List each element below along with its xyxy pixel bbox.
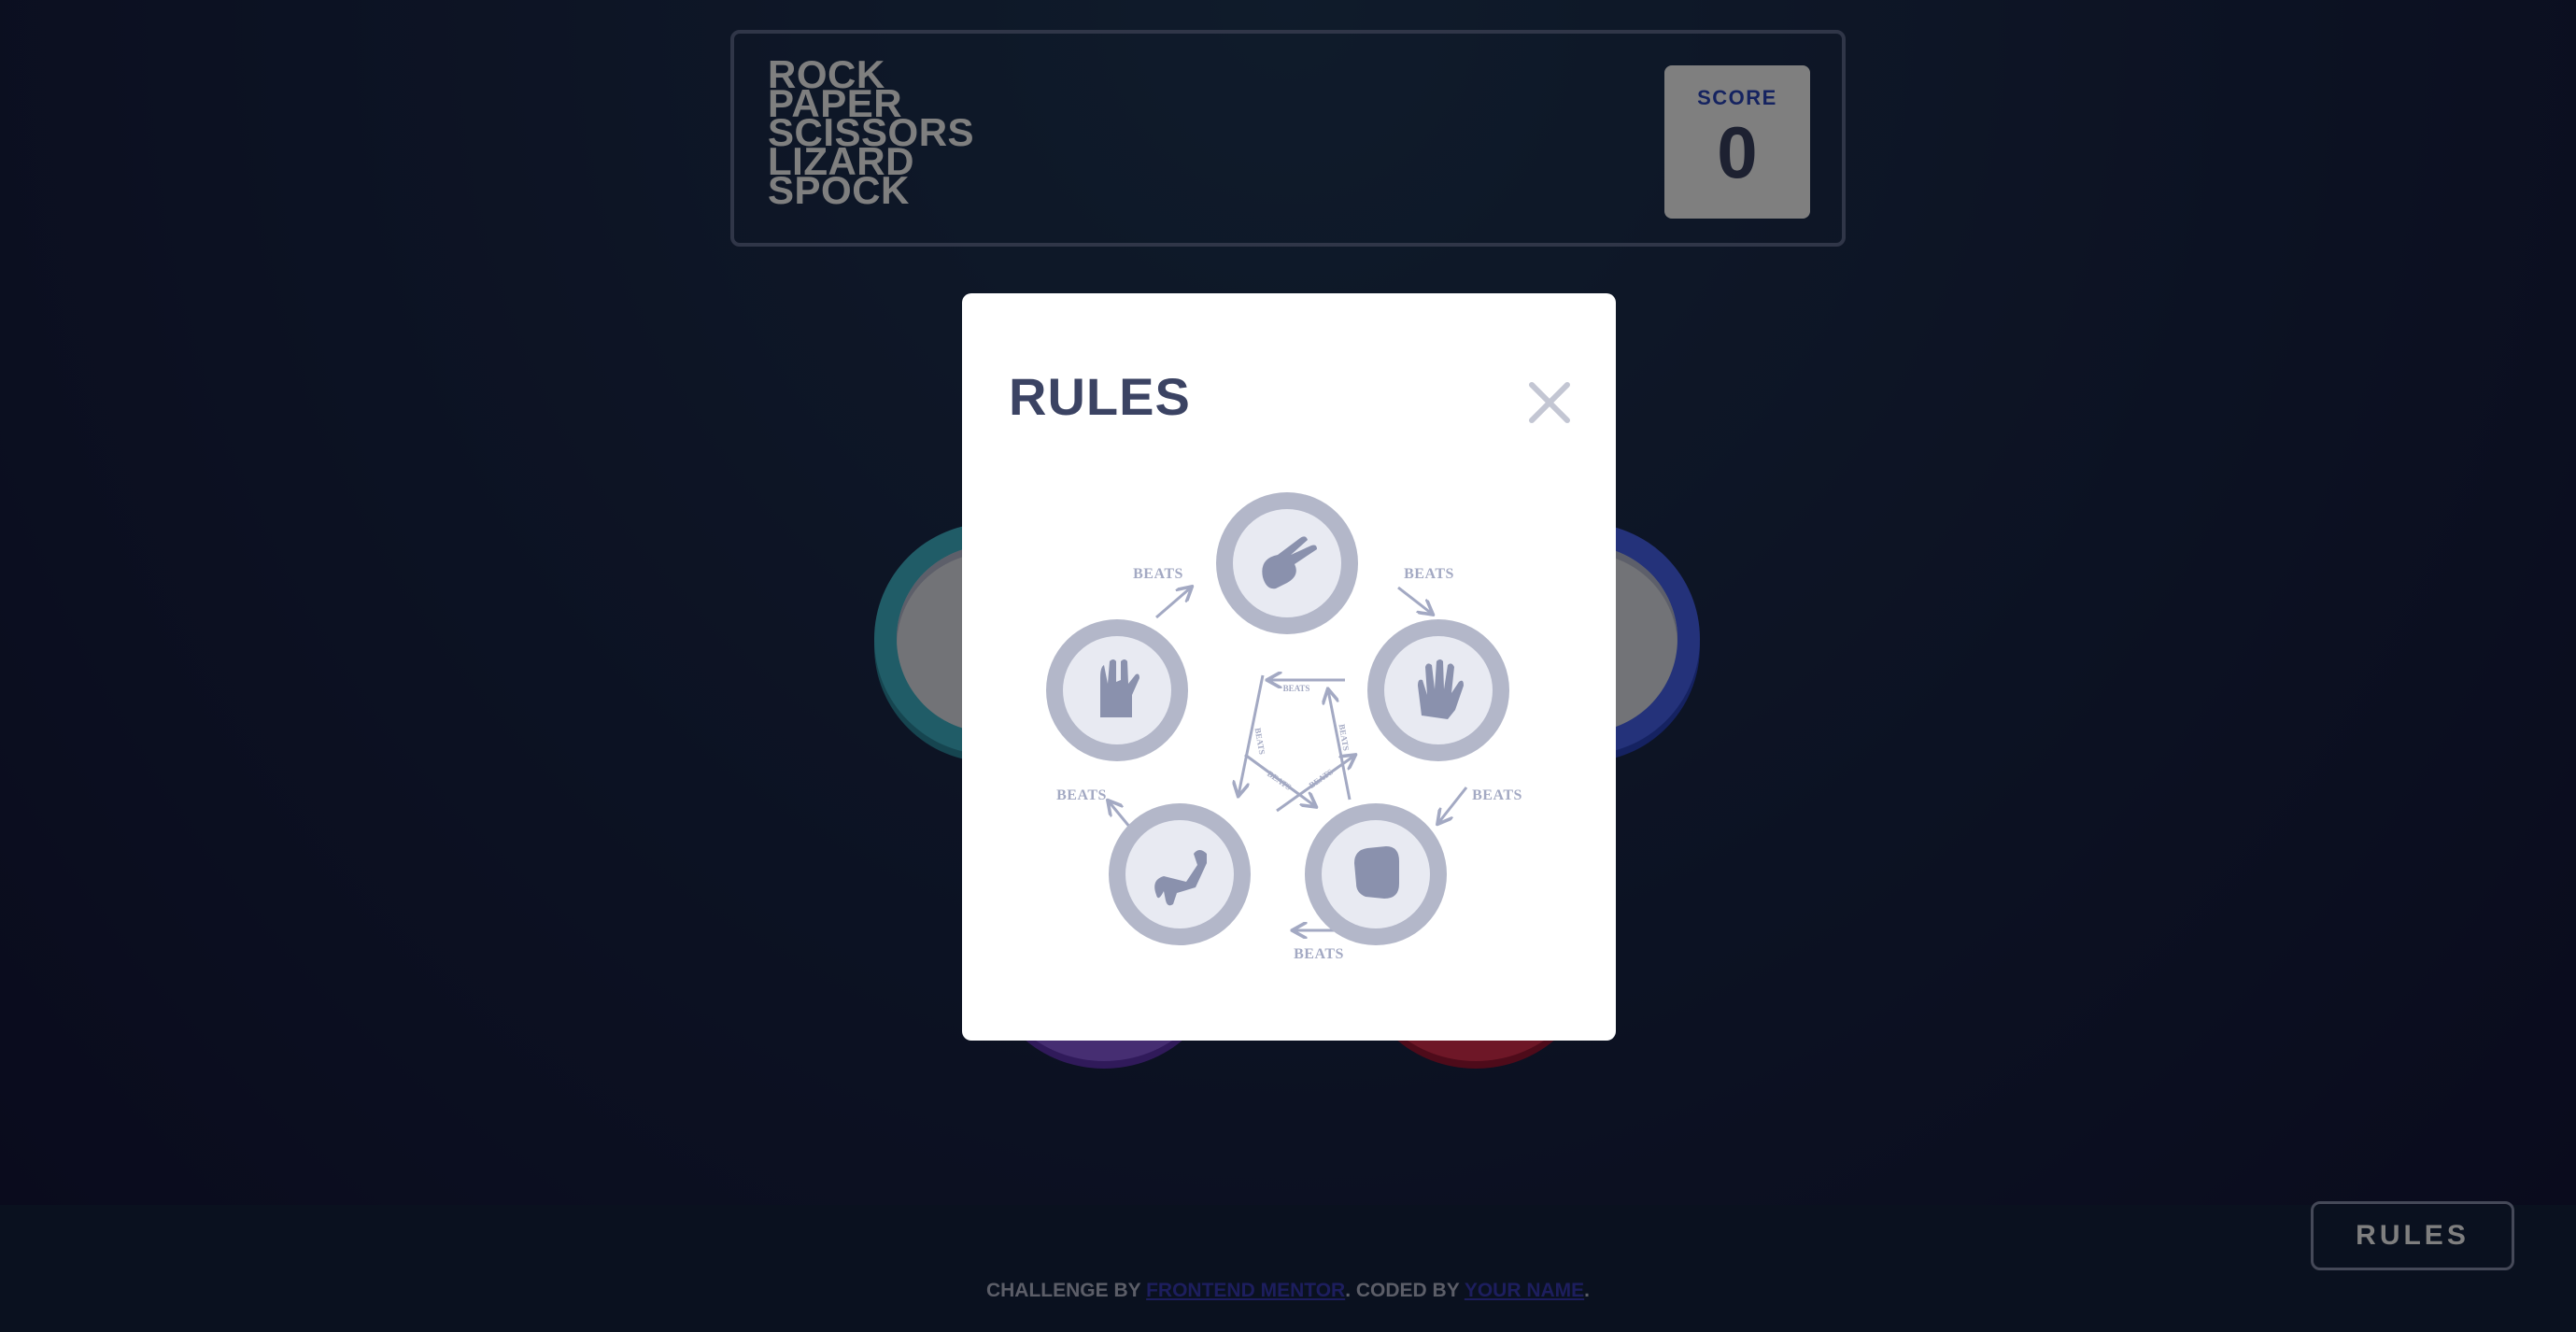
rock-icon — [1305, 803, 1447, 945]
beats-label-scissors-paper: BEATS — [1404, 566, 1454, 582]
rules-modal-title: RULES — [1009, 367, 1191, 426]
rules-modal: RULES BEATS BEATS BEATS BEATS BEATS BEAT… — [962, 293, 1616, 1041]
beats-label-inner-3: BEATS — [1266, 769, 1293, 792]
beats-label-lizard-spock: BEATS — [1056, 787, 1107, 803]
spock-icon — [1046, 619, 1188, 761]
beats-label-inner-4: BEATS — [1308, 767, 1335, 790]
beats-label-inner-2: BEATS — [1253, 727, 1267, 755]
beats-label-inner-1: BEATS — [1283, 684, 1310, 693]
paper-icon — [1367, 619, 1509, 761]
beats-label-paper-rock: BEATS — [1472, 787, 1522, 803]
rules-diagram: BEATS BEATS BEATS BEATS BEATS BEATS BEAT… — [1046, 492, 1522, 962]
beats-label-rock-lizard: BEATS — [1294, 946, 1344, 962]
scissors-icon — [1216, 492, 1358, 634]
close-icon[interactable] — [1526, 379, 1573, 426]
beats-label-spock-scissors: BEATS — [1133, 566, 1183, 582]
lizard-icon — [1109, 803, 1251, 945]
